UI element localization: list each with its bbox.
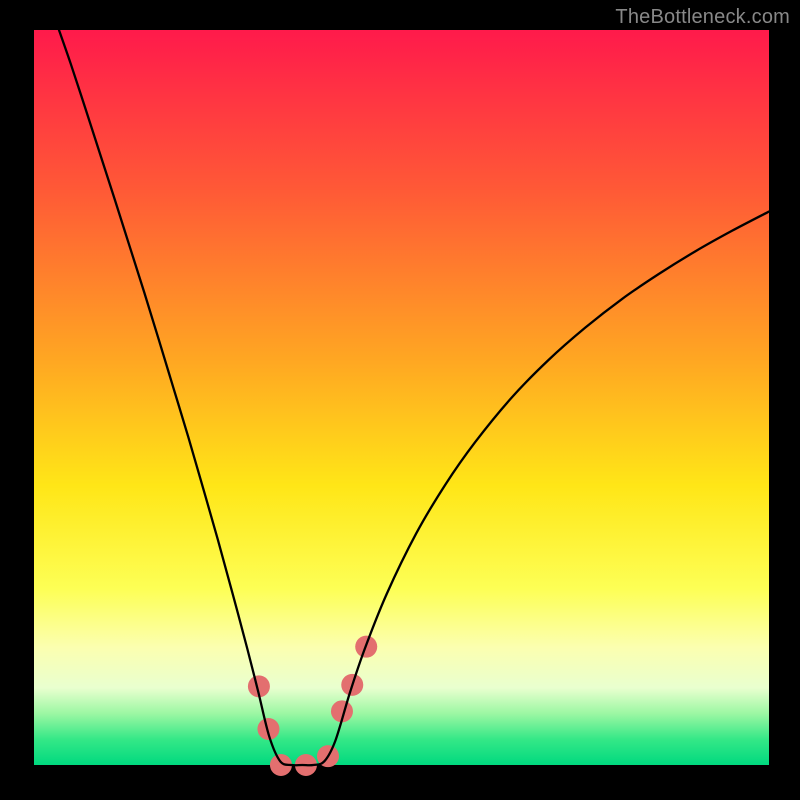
chart-stage: TheBottleneck.com xyxy=(0,0,800,800)
chart-svg xyxy=(0,0,800,800)
plot-background xyxy=(34,30,769,765)
watermark-text: TheBottleneck.com xyxy=(615,6,790,29)
